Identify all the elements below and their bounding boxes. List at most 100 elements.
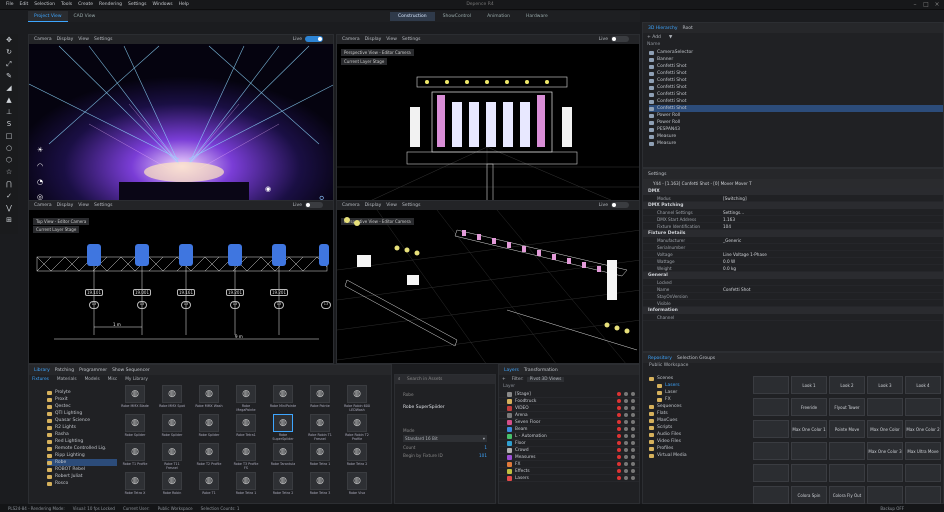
solo-icon[interactable] — [631, 469, 635, 473]
lock-icon[interactable] — [624, 406, 628, 410]
ramp-icon[interactable]: ◢ — [0, 82, 18, 94]
property-value[interactable]: [Switching] — [723, 196, 747, 201]
camera-menu[interactable]: Camera — [342, 37, 360, 42]
cue-button[interactable]: Max One Color — [867, 420, 903, 438]
solo-icon[interactable] — [631, 476, 635, 480]
folder-item[interactable]: Red Lighting — [47, 438, 117, 445]
hierarchy-item[interactable]: Confetti Shot — [649, 84, 943, 91]
visibility-icon[interactable] — [617, 455, 621, 459]
fixture-id-field[interactable]: 101 — [479, 453, 487, 458]
workspace-item[interactable]: Video Files — [649, 438, 749, 445]
menu-tools[interactable]: Tools — [61, 2, 72, 7]
property-value[interactable]: 104 — [723, 224, 731, 229]
hierarchy-item[interactable]: Confetti Shot — [649, 70, 943, 77]
workspace-item[interactable]: Scenes — [649, 375, 749, 382]
settings-section[interactable]: Fixture Details — [643, 230, 943, 237]
mode-select[interactable]: Standard 16 Bit ▾ — [403, 435, 487, 442]
folder-item[interactable]: Proxit — [47, 396, 117, 403]
layer-row[interactable]: Foodtruck — [499, 398, 639, 405]
layer-row[interactable]: [Stage] — [499, 391, 639, 398]
view-menu[interactable]: View — [78, 203, 89, 208]
viewport-bottom-left[interactable]: Camera Display View Settings Live Top Vi… — [28, 200, 334, 364]
folder-item[interactable]: Robert Juliat — [47, 473, 117, 480]
property-value[interactable]: 1.163 — [723, 217, 735, 222]
workspace-item[interactable]: Laser — [649, 389, 749, 396]
lock-icon[interactable] — [624, 434, 628, 438]
layer-row[interactable]: VIDEO — [499, 405, 639, 412]
asset-tile[interactable]: ◍ Robe Tetra 3 — [306, 471, 334, 506]
layer-row[interactable]: FX — [499, 461, 639, 468]
cue-button[interactable]: Look 2 — [829, 376, 865, 394]
hierarchy-item[interactable]: Confetti Shot — [649, 105, 943, 112]
solo-icon[interactable] — [631, 427, 635, 431]
cue-button[interactable] — [905, 398, 941, 416]
display-menu[interactable]: Display — [365, 203, 382, 208]
hierarchy-item[interactable]: Confetti Shot — [649, 77, 943, 84]
cue-button[interactable]: Colora Fly Out — [829, 486, 865, 504]
cue-button[interactable] — [867, 398, 903, 416]
solo-icon[interactable] — [631, 455, 635, 459]
folder-item[interactable]: ROBOT Rebel — [47, 466, 117, 473]
subtab-materials[interactable]: Materials — [57, 377, 77, 382]
camera-menu[interactable]: Camera — [342, 203, 360, 208]
folder-item[interactable]: Rasha — [47, 431, 117, 438]
folder-item[interactable]: Quasar Science — [47, 417, 117, 424]
curve-icon[interactable]: S — [0, 118, 18, 130]
folder-item[interactable]: Remote Controlled Lig. — [47, 445, 117, 452]
solo-icon[interactable] — [631, 434, 635, 438]
settings-menu[interactable]: Settings — [94, 37, 112, 42]
folder-item[interactable]: Robe — [47, 459, 117, 466]
lock-icon[interactable] — [624, 392, 628, 396]
tab-patching[interactable]: Patching — [55, 368, 74, 373]
cue-button[interactable]: Freeride — [791, 398, 827, 416]
hierarchy-item[interactable]: Power Roll — [649, 112, 943, 119]
workspace-item[interactable]: FX — [649, 396, 749, 403]
solo-icon[interactable] — [631, 399, 635, 403]
cue-button[interactable]: Pointe Move — [829, 420, 865, 438]
lock-icon[interactable] — [624, 462, 628, 466]
rotate-icon[interactable]: ↻ — [0, 46, 18, 58]
settings-menu[interactable]: Settings — [402, 37, 420, 42]
asset-tile[interactable]: ◍ Robe Tetra X — [121, 471, 149, 506]
layer-row[interactable]: Lasers — [499, 475, 639, 482]
cue-button[interactable] — [905, 486, 941, 504]
lock-icon[interactable] — [624, 476, 628, 480]
minimize-icon[interactable]: – — [910, 1, 920, 9]
tab-programmer[interactable]: Programmer — [79, 368, 107, 373]
display-menu[interactable]: Display — [57, 203, 74, 208]
cue-button[interactable] — [791, 464, 827, 482]
solo-icon[interactable] — [631, 392, 635, 396]
cue-button[interactable] — [829, 464, 865, 482]
menu-settings[interactable]: Settings — [128, 2, 146, 7]
hierarchy-item[interactable]: Confetti Shot — [649, 63, 943, 70]
subtab-models[interactable]: Models — [85, 377, 100, 382]
tab-project-view[interactable]: Project View — [28, 11, 68, 22]
cue-button[interactable]: Max One Color 2 — [905, 420, 941, 438]
solo-icon[interactable] — [631, 413, 635, 417]
cue-button[interactable]: Max Ultra Move — [905, 442, 941, 460]
folder-item[interactable]: Rosco — [47, 480, 117, 487]
folder-item[interactable]: Ripp Lighting — [47, 452, 117, 459]
lock-icon[interactable] — [624, 448, 628, 452]
lock-icon[interactable] — [624, 469, 628, 473]
asset-search[interactable]: ⌕ Search in Assets — [395, 375, 495, 384]
move-icon[interactable]: ✥ — [0, 34, 18, 46]
solo-icon[interactable] — [631, 420, 635, 424]
layer-row[interactable]: Crowd — [499, 447, 639, 454]
hierarchy-item[interactable]: CameraSelector — [649, 49, 943, 56]
folder-item[interactable]: Qestec — [47, 403, 117, 410]
circle-icon[interactable]: ○ — [0, 142, 18, 154]
cue-button[interactable] — [753, 442, 789, 460]
settings-section[interactable]: Information — [643, 307, 943, 314]
tab-transformation[interactable]: Transformation — [524, 368, 558, 373]
check-icon[interactable]: ✓ — [0, 190, 18, 202]
tab-layers[interactable]: Layers — [504, 368, 519, 373]
cue-button[interactable] — [753, 486, 789, 504]
settings-section[interactable]: DMX Patching — [643, 202, 943, 209]
folder-item[interactable]: QTI Lighting — [47, 410, 117, 417]
view-menu[interactable]: View — [386, 37, 397, 42]
viewport-top-right[interactable]: Camera Display View Settings Live Perspe… — [336, 34, 640, 206]
selection-dropdown[interactable]: Y44 - [1.163] Confetti Shot - [0] Mover … — [643, 179, 943, 188]
property-value[interactable]: 0.0 W — [723, 259, 735, 264]
property-value[interactable]: Line Voltage 1-Phase — [723, 252, 767, 257]
